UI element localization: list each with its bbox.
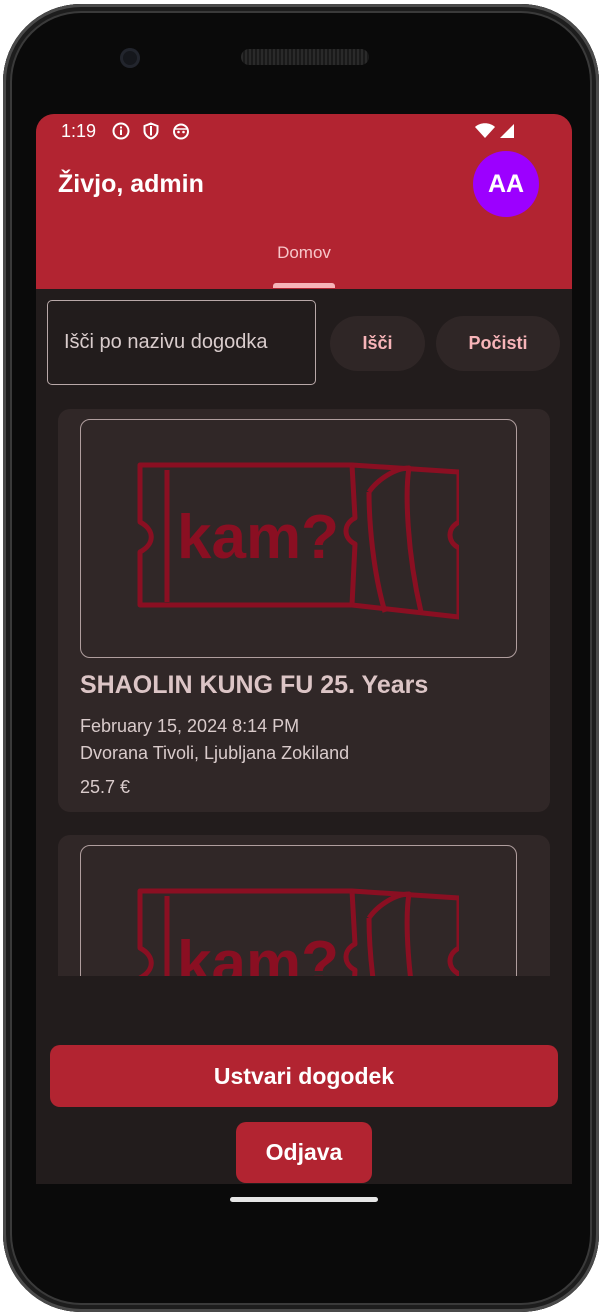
signal-icon [500,124,514,138]
event-datetime: February 15, 2024 8:14 PM [80,716,300,736]
phone-frame: 1:19 Živjo, admin AA Domov Išči po naziv… [3,4,599,1312]
search-button[interactable]: Išči [330,316,425,371]
event-card[interactable]: kam? [58,835,550,976]
event-list[interactable]: kam? SHAOLIN KUNG FU 25. Years February … [36,399,572,976]
shield-icon [143,122,159,140]
user-avatar[interactable]: AA [473,151,539,217]
app-screen: 1:19 Živjo, admin AA Domov Išči po naziv… [36,114,572,1184]
clear-button[interactable]: Počisti [436,316,560,371]
logo-text: kam? [177,929,339,976]
search-input[interactable] [48,301,315,384]
tab-domov[interactable]: Domov [256,243,352,263]
status-bar: 1:19 [36,114,572,148]
event-card[interactable]: kam? SHAOLIN KUNG FU 25. Years February … [58,409,550,812]
status-time: 1:19 [61,121,97,141]
event-location: Dvorana Tivoli, Ljubljana Zokiland [80,743,350,763]
event-title: SHAOLIN KUNG FU 25. Years [80,671,429,699]
app-bar: 1:19 Živjo, admin AA Domov [36,114,572,289]
logout-button[interactable]: Odjava [236,1122,372,1183]
event-price: 25.7 € [80,777,131,797]
front-camera [120,48,140,68]
kam-logo: kam? [137,888,459,976]
event-image: kam? [80,419,517,658]
create-event-button[interactable]: Ustvari dogodek [50,1045,558,1107]
info-icon [112,122,130,140]
gesture-home-bar[interactable] [230,1197,378,1202]
tab-indicator [273,283,335,288]
android-face-icon [173,123,189,140]
wifi-icon [475,123,495,138]
earpiece-speaker [241,49,369,65]
kam-logo: kam? [137,462,459,620]
greeting-title: Živjo, admin [58,170,204,198]
logo-text: kam? [177,503,339,572]
search-field[interactable] [47,300,316,385]
event-image: kam? [80,845,517,976]
